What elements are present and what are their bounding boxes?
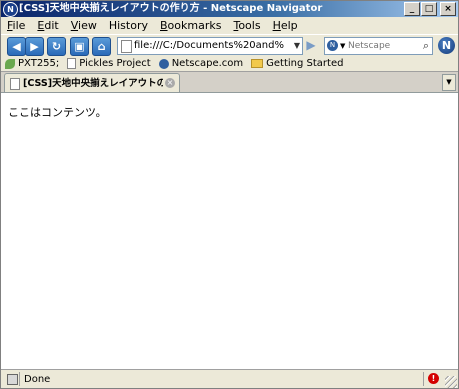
resize-grip-icon[interactable] — [445, 376, 457, 388]
close-button[interactable]: × — [440, 2, 456, 16]
status-divider — [423, 372, 424, 386]
url-bar[interactable]: file:///C:/Documents%20and%20Settings/te… — [117, 37, 303, 55]
status-divider — [19, 372, 20, 386]
navigation-toolbar: ◀ ▶ ↻ ▣ ⌂ file:///C:/Documents%20and%20S… — [1, 34, 458, 58]
menu-help[interactable]: Help — [267, 17, 304, 34]
search-icon[interactable]: ⌕ — [423, 39, 429, 53]
content-text: ここはコンテンツ。 — [8, 106, 107, 119]
page-status-icon — [7, 374, 18, 385]
search-box: N ▼ ⌕ — [324, 37, 433, 55]
status-text: Done — [24, 374, 51, 385]
url-text[interactable]: file:///C:/Documents%20and%20Settings/te — [134, 38, 284, 54]
window-title: [CSS]天地中央揃えレイアウトの作り方 - Netscape Navigato… — [19, 3, 323, 14]
tab-label: [CSS]天地中央揃えレイアウトの作... — [23, 78, 163, 89]
title-bar[interactable]: N [CSS]天地中央揃えレイアウトの作り方 - Netscape Naviga… — [1, 1, 458, 17]
close-tab-icon[interactable]: × — [165, 78, 175, 88]
menu-tools[interactable]: Tools — [227, 17, 266, 34]
menu-bookmarks[interactable]: Bookmarks — [154, 17, 227, 34]
go-icon[interactable]: ▶ — [304, 38, 318, 52]
bookmarks-toolbar: PXT255; Pickles Project Netscape.com Get… — [1, 56, 458, 71]
page-icon — [121, 40, 132, 53]
reload-icon[interactable]: ↻ — [47, 37, 66, 56]
alert-icon[interactable]: ! — [428, 373, 439, 384]
menu-history[interactable]: History — [103, 17, 154, 34]
leaf-icon — [5, 58, 15, 69]
window-controls: _ □ × — [404, 2, 456, 16]
stop-icon[interactable]: ▣ — [70, 37, 89, 56]
url-dropdown-icon[interactable]: ▼ — [294, 38, 300, 54]
browser-window: N [CSS]天地中央揃えレイアウトの作り方 - Netscape Naviga… — [0, 0, 459, 389]
home-icon[interactable]: ⌂ — [92, 37, 111, 56]
netscape-icon — [158, 58, 169, 69]
maximize-button[interactable]: □ — [421, 2, 437, 16]
menu-edit[interactable]: Edit — [31, 17, 64, 34]
menu-view[interactable]: View — [65, 17, 103, 34]
page-icon — [67, 58, 77, 69]
page-icon — [10, 78, 20, 90]
bookmark-getting-started[interactable]: Getting Started — [247, 58, 347, 69]
back-icon[interactable]: ◀ — [7, 37, 26, 56]
tab-bar: [CSS]天地中央揃えレイアウトの作... × ▼ — [1, 71, 458, 93]
forward-icon[interactable]: ▶ — [25, 37, 44, 56]
search-input[interactable] — [348, 39, 408, 52]
bookmark-pickles-project[interactable]: Pickles Project — [63, 58, 154, 69]
bookmark-pxt255[interactable]: PXT255; — [1, 58, 63, 69]
menu-file[interactable]: File — [1, 17, 31, 34]
menu-bar: File Edit View History Bookmarks Tools H… — [1, 17, 458, 34]
page-content: ここはコンテンツ。 — [1, 92, 458, 369]
netscape-icon: N — [3, 2, 18, 17]
folder-icon — [251, 59, 264, 68]
tab-list-dropdown-icon[interactable]: ▼ — [442, 74, 456, 91]
netscape-throbber-icon[interactable]: N — [438, 37, 455, 54]
status-bar: Done ! — [1, 369, 458, 388]
bookmark-netscape-com[interactable]: Netscape.com — [155, 58, 247, 69]
search-engine-icon[interactable]: N — [327, 40, 338, 51]
tab-active[interactable]: [CSS]天地中央揃えレイアウトの作... × — [4, 73, 180, 93]
search-engine-dropdown-icon[interactable]: ▼ — [340, 38, 345, 54]
minimize-button[interactable]: _ — [404, 2, 420, 16]
